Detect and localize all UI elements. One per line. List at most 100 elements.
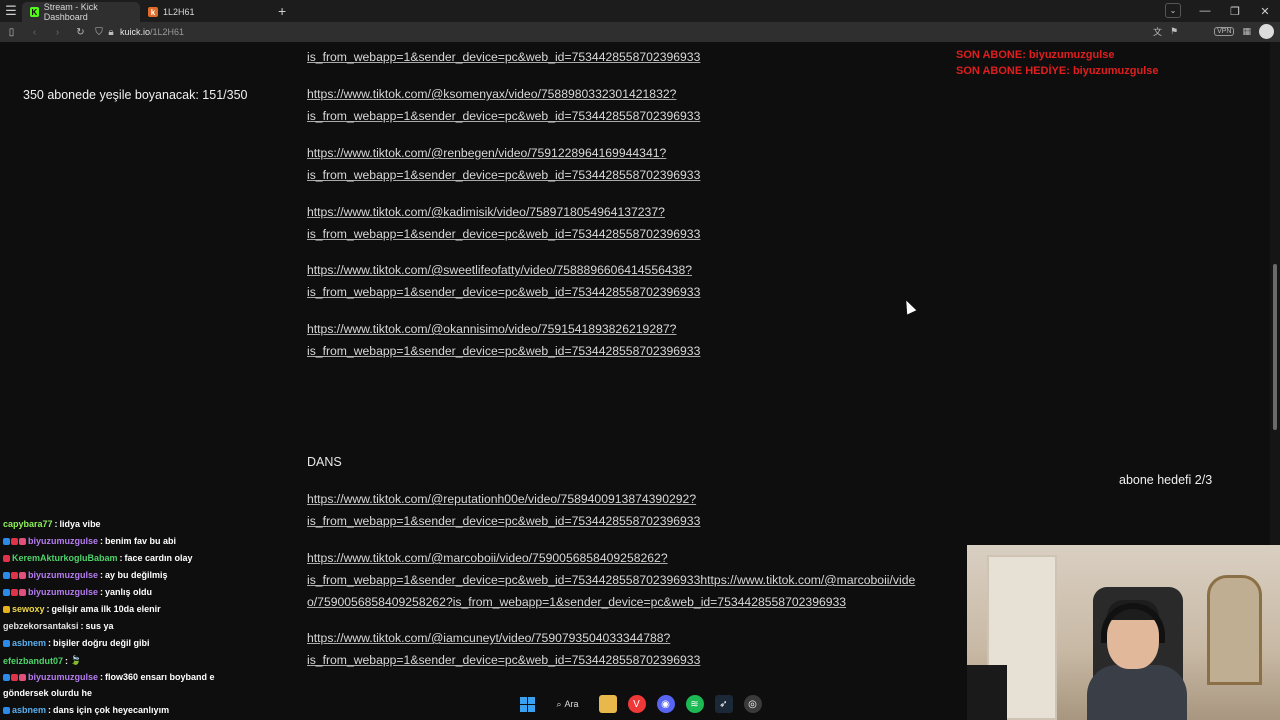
bookmark-icon[interactable]: ⚑ <box>1170 26 1178 37</box>
chat-message: efeizbandut07 : 🍃 <box>3 655 81 666</box>
chat-message: biyuzumuzgulse : ay bu değilmiş <box>3 570 168 580</box>
spotify-icon[interactable]: ≋ <box>685 695 704 713</box>
blue-badge-icon <box>3 673 10 681</box>
red-badge-icon <box>11 571 18 579</box>
tiktok-link[interactable]: is_from_webapp=1&sender_device=pc&web_id… <box>307 511 700 533</box>
browser-tab-bar: ☰ K Stream - Kick Dashboard k 1L2H61 + ⌄… <box>0 0 1280 22</box>
back-arrow-icon[interactable]: ‹ <box>23 27 46 38</box>
red-badge-icon <box>3 554 10 562</box>
tiktok-link[interactable]: https://www.tiktok.com/@sweetlifeofatty/… <box>307 260 692 282</box>
reload-icon[interactable]: ↻ <box>69 27 92 38</box>
tab-kick-dashboard[interactable]: K Stream - Kick Dashboard <box>22 2 140 22</box>
chat-separator: : <box>100 536 104 546</box>
tiktok-link[interactable]: is_from_webapp=1&sender_device=pc&web_id… <box>307 282 700 304</box>
lock-icon: 🔒︎ <box>108 26 114 38</box>
forward-arrow-icon[interactable]: › <box>46 27 69 38</box>
last-gift-sub-text: SON ABONE HEDİYE: biyuzumuzgulse <box>956 64 1159 77</box>
chat-badges <box>3 588 26 596</box>
url-path: /1L2H61 <box>150 27 185 37</box>
chat-message: KeremAkturkogluBabam : face cardın olay <box>3 553 193 563</box>
chat-separator: : <box>54 519 58 529</box>
last-sub-overlay: SON ABONE: biyuzumuzgulse SON ABONE HEDİ… <box>956 48 1159 79</box>
chat-separator: : <box>100 672 104 682</box>
tiktok-link[interactable]: o/7590056858409258262?is_from_webapp=1&s… <box>307 592 846 614</box>
blue-badge-icon <box>3 537 10 545</box>
red-badge-icon <box>11 588 18 596</box>
discord-icon[interactable]: ◉ <box>656 695 675 713</box>
chat-separator: : <box>100 570 104 580</box>
chat-username[interactable]: biyuzumuzgulse <box>28 587 98 597</box>
sub-target-overlay: abone hedefi 2/3 <box>1119 473 1213 487</box>
shield-icon[interactable]: ⛉ <box>92 27 106 38</box>
chat-username[interactable]: capybara77 <box>3 519 53 529</box>
translate-icon[interactable]: 文 <box>1153 25 1162 38</box>
chat-message-text: face cardın olay <box>124 553 193 563</box>
url-field[interactable]: kuick.io/1L2H61 <box>120 27 184 37</box>
tab-list-chevron-icon[interactable]: ⌄ <box>1165 3 1181 18</box>
blue-badge-icon <box>3 639 10 647</box>
chat-username[interactable]: efeizbandut07 <box>3 656 63 666</box>
mouse-cursor-icon <box>901 298 917 315</box>
chat-badges <box>3 554 10 562</box>
k-favicon-icon: k <box>148 7 158 17</box>
panel-toggle-icon[interactable]: ▯ <box>0 27 23 38</box>
chat-username[interactable]: asbnem <box>12 638 46 648</box>
app-tray-icon[interactable]: ◎ <box>743 695 762 713</box>
minimize-icon[interactable]: — <box>1190 5 1220 17</box>
screen: ☰ K Stream - Kick Dashboard k 1L2H61 + ⌄… <box>0 0 1280 720</box>
taskbar-search-button[interactable]: ⌕ Ara <box>548 694 588 714</box>
sidebar-menu-icon[interactable]: ☰ <box>0 0 22 22</box>
chat-message: asbnem : bişiler doğru değil gibi <box>3 638 150 648</box>
os-taskbar: ⌕ Ara V ◉ ≋ ➶ ◎ <box>0 688 1280 720</box>
chat-separator: : <box>119 553 123 563</box>
profile-avatar-icon[interactable] <box>1259 24 1274 39</box>
vpn-icon[interactable]: VPN <box>1214 27 1235 36</box>
vivaldi-browser-icon[interactable]: V <box>627 695 646 713</box>
close-icon[interactable]: ✕ <box>1250 5 1280 18</box>
tiktok-link[interactable]: https://www.tiktok.com/@marcoboii/video/… <box>307 548 668 570</box>
tab-label: 1L2H61 <box>163 7 195 17</box>
chat-username[interactable]: biyuzumuzgulse <box>28 672 98 682</box>
tiktok-link[interactable]: is_from_webapp=1&sender_device=pc&web_id… <box>307 224 700 246</box>
file-explorer-icon[interactable] <box>598 695 617 713</box>
pink-badge-icon <box>19 588 26 596</box>
tiktok-link[interactable]: https://www.tiktok.com/@renbegen/video/7… <box>307 143 666 165</box>
tab-1l2h61[interactable]: k 1L2H61 <box>140 2 260 22</box>
windows-start-icon[interactable] <box>519 695 537 713</box>
tiktok-link[interactable]: https://www.tiktok.com/@okannisimo/video… <box>307 319 676 341</box>
chat-username[interactable]: sewoxy <box>12 604 45 614</box>
tiktok-link[interactable]: is_from_webapp=1&sender_device=pc&web_id… <box>307 165 700 187</box>
address-bar-actions: 文 ⚑ VPN ▦ <box>1153 24 1274 39</box>
chat-separator: : <box>65 655 69 666</box>
chat-message: capybara77 : lidya vibe <box>3 519 101 529</box>
tiktok-link[interactable]: is_from_webapp=1&sender_device=pc&web_id… <box>307 570 915 592</box>
tiktok-link[interactable]: is_from_webapp=1&sender_device=pc&web_id… <box>307 650 700 670</box>
pink-badge-icon <box>19 571 26 579</box>
chat-separator: : <box>46 604 50 614</box>
tiktok-link[interactable]: https://www.tiktok.com/@reputationh00e/v… <box>307 489 696 511</box>
restore-icon[interactable]: ❐ <box>1220 5 1250 18</box>
taskbar-search-label: Ara <box>564 699 579 709</box>
pink-badge-icon <box>19 537 26 545</box>
extensions-icon[interactable]: ▦ <box>1242 26 1251 37</box>
chat-username[interactable]: biyuzumuzgulse <box>28 570 98 580</box>
chat-message-text: yanlış oldu <box>105 587 153 597</box>
steam-icon[interactable]: ➶ <box>714 695 733 713</box>
tiktok-link[interactable]: https://www.tiktok.com/@kadimisik/video/… <box>307 202 665 224</box>
chat-username[interactable]: KeremAkturkogluBabam <box>12 553 118 563</box>
chat-message: biyuzumuzgulse : flow360 ensarı boyband … <box>3 672 215 682</box>
chat-message: biyuzumuzgulse : yanlış oldu <box>3 587 152 597</box>
chat-username[interactable]: biyuzumuzgulse <box>28 536 98 546</box>
chat-message-text: bişiler doğru değil gibi <box>53 638 150 648</box>
chat-username[interactable]: gebzekorsantaksi <box>3 621 79 631</box>
chat-message: gebzekorsantaksi : sus ya <box>3 621 114 631</box>
new-tab-plus-icon[interactable]: + <box>278 3 286 19</box>
tiktok-link[interactable]: https://www.tiktok.com/@ksomenyax/video/… <box>307 84 676 106</box>
tiktok-link[interactable]: https://www.tiktok.com/@iamcuneyt/video/… <box>307 628 670 650</box>
chat-badges <box>3 673 26 681</box>
tiktok-link[interactable]: is_from_webapp=1&sender_device=pc&web_id… <box>307 341 700 363</box>
tiktok-link[interactable]: is_from_webapp=1&sender_device=pc&web_id… <box>307 47 700 69</box>
search-icon: ⌕ <box>556 698 562 709</box>
scrollbar-thumb[interactable] <box>1273 264 1277 430</box>
tiktok-link[interactable]: is_from_webapp=1&sender_device=pc&web_id… <box>307 106 700 128</box>
